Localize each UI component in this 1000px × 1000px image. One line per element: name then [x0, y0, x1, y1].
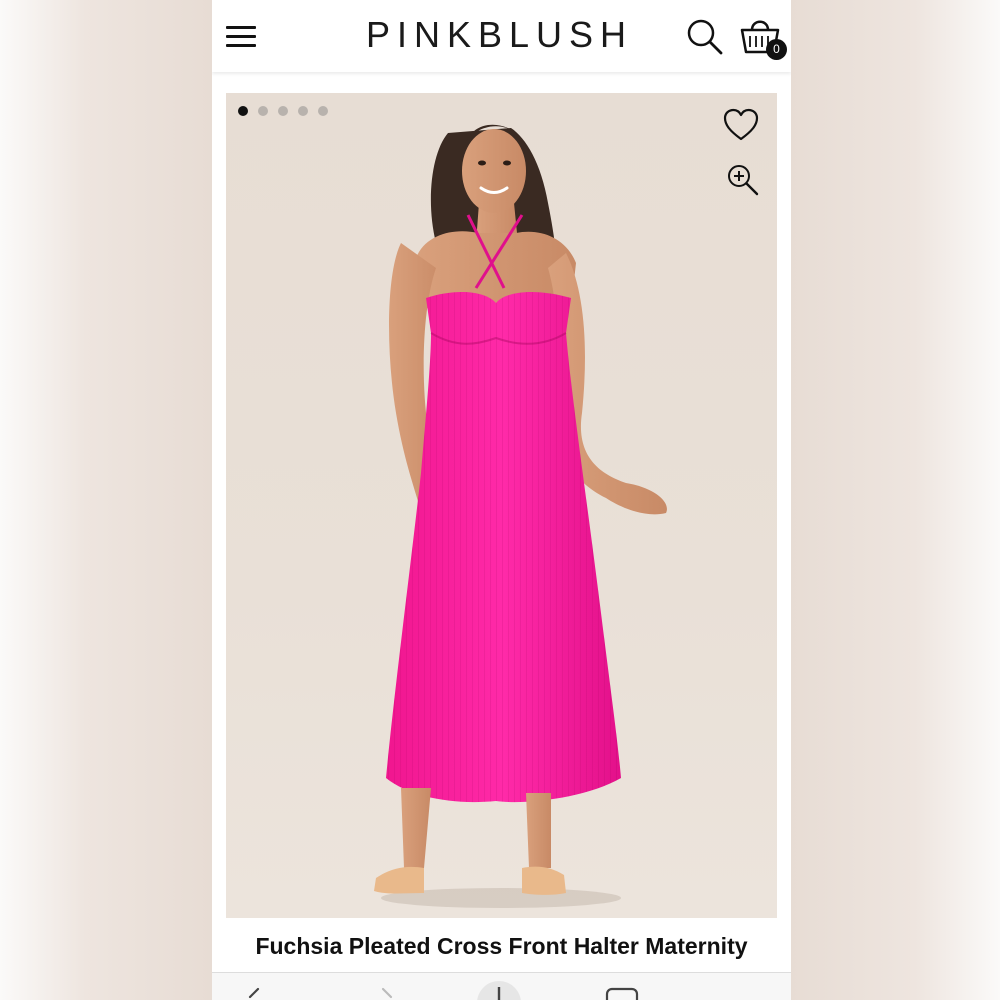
add-icon[interactable] — [474, 979, 524, 1000]
browser-toolbar — [212, 972, 791, 1000]
product-image-gallery[interactable] — [226, 93, 777, 918]
gallery-dot-4[interactable] — [298, 106, 308, 116]
gallery-dot-1[interactable] — [238, 106, 248, 116]
tabs-icon[interactable] — [604, 987, 640, 1000]
forward-icon[interactable] — [375, 987, 403, 1000]
phone-screen: PINKBLUSH 0 Fuchsia Pleated Cross Front … — [212, 0, 791, 1000]
search-icon[interactable] — [686, 18, 724, 56]
backdrop-left — [0, 0, 212, 1000]
gallery-dot-5[interactable] — [318, 106, 328, 116]
zoom-in-icon[interactable] — [726, 163, 760, 197]
menu-icon[interactable] — [226, 24, 256, 48]
bag-count-badge: 0 — [766, 39, 787, 60]
backdrop-right — [788, 0, 1000, 1000]
gallery-dot-3[interactable] — [278, 106, 288, 116]
gallery-pagination — [238, 103, 338, 116]
product-photo — [374, 124, 667, 908]
gallery-dot-2[interactable] — [258, 106, 268, 116]
brand-logo[interactable]: PINKBLUSH — [352, 14, 647, 56]
product-title: Fuchsia Pleated Cross Front Halter Mater… — [255, 933, 748, 959]
site-header: PINKBLUSH 0 — [212, 0, 791, 72]
back-icon[interactable] — [242, 987, 270, 1000]
heart-icon[interactable] — [722, 107, 760, 143]
